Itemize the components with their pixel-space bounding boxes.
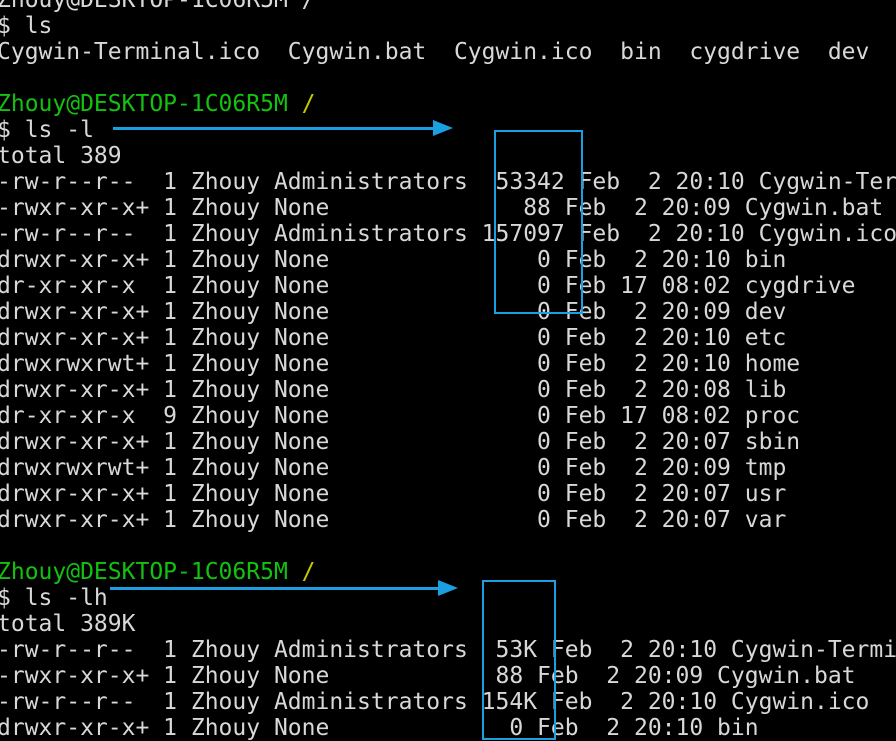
output-line: drwxr-xr-x+ 1 Zhouy None 0 Feb 2 20:10 e… [0, 325, 787, 351]
output-line: -rwxr-xr-x+ 1 Zhouy None 88 Feb 2 20:09 … [0, 195, 884, 221]
output-line: drwxr-xr-x+ 1 Zhouy None 0 Feb 2 20:07 u… [0, 481, 787, 507]
output-line: drwxr-xr-x+ 1 Zhouy None 0 Feb 2 20:07 v… [0, 507, 787, 533]
output-line: Cygwin-Terminal.ico Cygwin.bat Cygwin.ic… [0, 39, 870, 65]
output-line: total 389K [0, 611, 136, 637]
annotation-box-size-column-human [482, 580, 556, 740]
output-line: drwxr-xr-x+ 1 Zhouy None 0 Feb 2 20:10 b… [0, 247, 787, 273]
annotation-arrow-ls-lh [110, 580, 458, 596]
output-line: dr-xr-xr-x 9 Zhouy None 0 Feb 17 08:02 p… [0, 403, 801, 429]
prompt-user-host: Zhouy@DESKTOP-1C06R5M [0, 91, 288, 117]
command-line: $ ls [0, 13, 53, 39]
output-line: drwxrwxrwt+ 1 Zhouy None 0 Feb 2 20:09 t… [0, 455, 787, 481]
output-line: drwxr-xr-x+ 1 Zhouy None 0 Feb 2 20:07 s… [0, 429, 801, 455]
prompt-line: Zhouy@DESKTOP-1C06R5M / [0, 91, 896, 117]
output-line: -rw-r--r-- 1 Zhouy Administrators 53342 … [0, 169, 896, 195]
output-line: -rw-r--r-- 1 Zhouy Administrators 53K Fe… [0, 637, 896, 663]
output-line: dr-xr-xr-x 1 Zhouy None 0 Feb 17 08:02 c… [0, 273, 856, 299]
output-line: -rw-r--r-- 1 Zhouy Administrators 157097… [0, 221, 896, 247]
output-line: Zhouy@DESKTOP-1C06R5M / [0, 0, 316, 13]
output-line: total 389 [0, 143, 122, 169]
annotation-arrow-ls-l [113, 120, 453, 136]
output-line: drwxr-xr-x+ 1 Zhouy None 0 Feb 2 20:09 d… [0, 299, 787, 325]
prompt-path: / [301, 91, 316, 117]
output-line: drwxr-xr-x+ 1 Zhouy None 0 Feb 2 20:08 l… [0, 377, 787, 403]
prompt-user-host: Zhouy@DESKTOP-1C06R5M [0, 559, 288, 585]
terminal-output: Zhouy@DESKTOP-1C06R5M / $ ls Cygwin-Termin… [0, 0, 896, 741]
output-line: -rwxr-xr-x+ 1 Zhouy None 88 Feb 2 20:09 … [0, 663, 856, 689]
output-line: drwxr-xr-x+ 1 Zhouy None 0 Feb 2 20:10 b… [0, 715, 759, 741]
prompt-path: / [301, 559, 316, 585]
output-line: -rw-r--r-- 1 Zhouy Administrators 154K F… [0, 689, 870, 715]
output-line: drwxrwxrwt+ 1 Zhouy None 0 Feb 2 20:10 h… [0, 351, 801, 377]
annotation-box-size-column-bytes [494, 130, 583, 314]
terminal-window[interactable]: Zhouy@DESKTOP-1C06R5M / $ ls Cygwin-Termin… [0, 0, 896, 741]
